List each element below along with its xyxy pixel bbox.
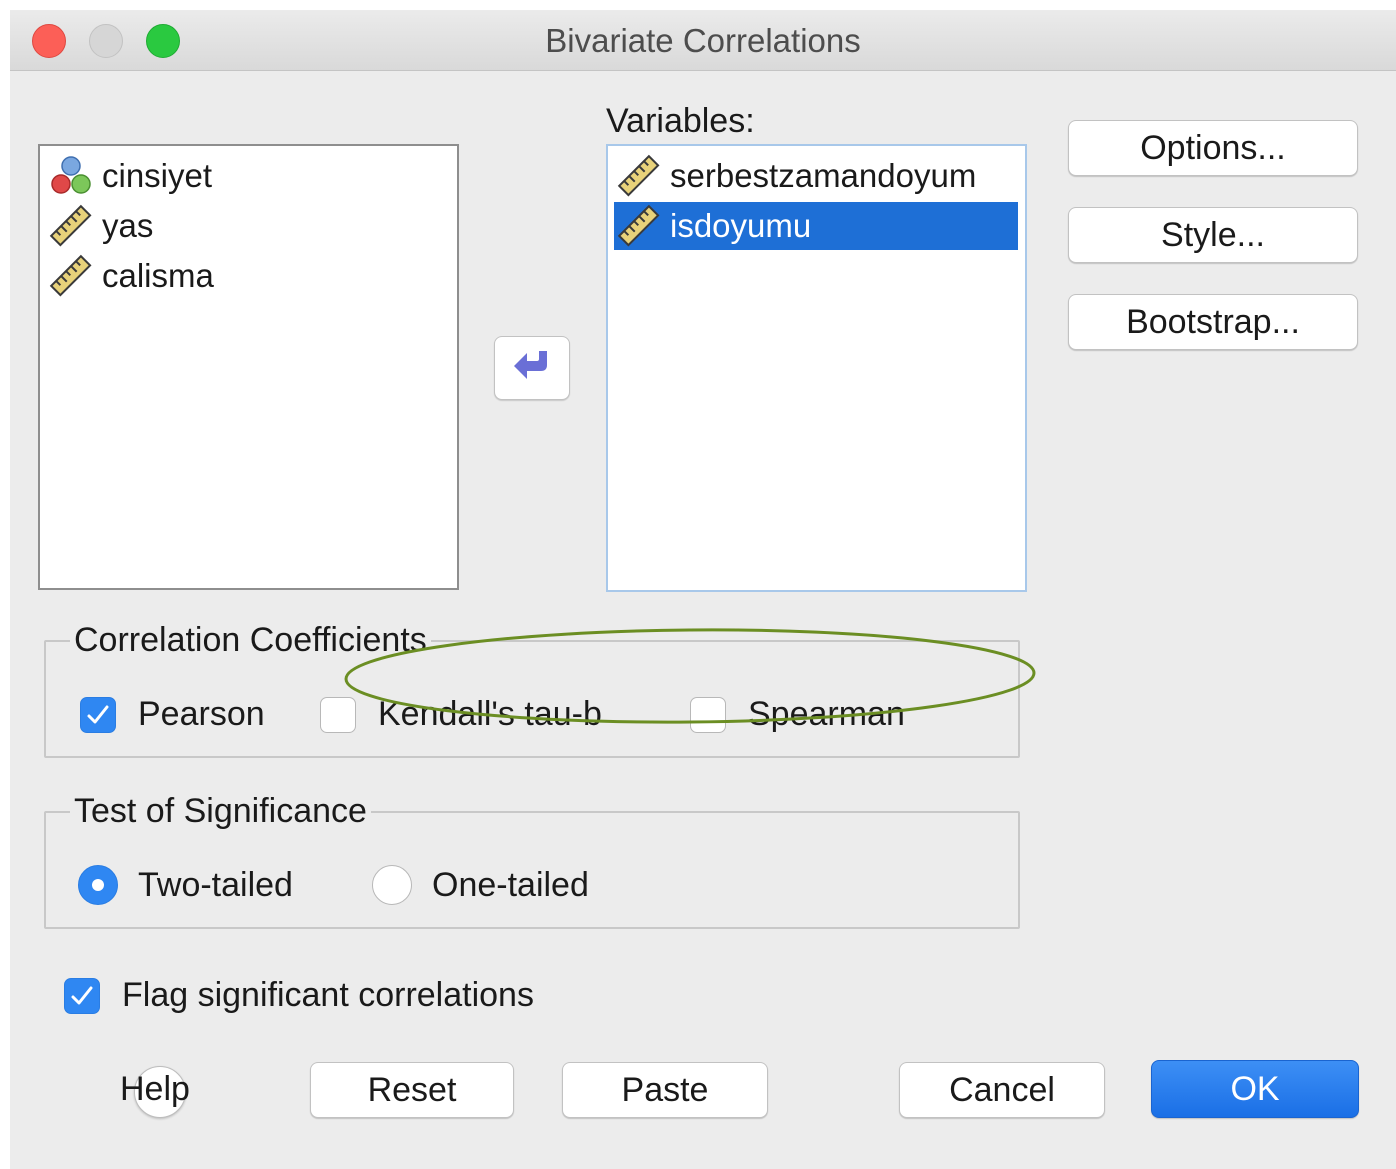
pearson-checkbox[interactable] (80, 696, 116, 733)
options-button[interactable]: Options... (1068, 120, 1358, 176)
flag-significant-label: Flag significant correlations (122, 976, 534, 1014)
one-tailed-label: One-tailed (432, 865, 589, 904)
cancel-button[interactable]: Cancel (899, 1062, 1105, 1118)
spearman-label: Spearman (748, 695, 905, 733)
correlation-coefficients-title: Correlation Coefficients (70, 621, 431, 660)
style-button[interactable]: Style... (1068, 207, 1358, 263)
scale-ruler-icon (614, 153, 664, 199)
help-button[interactable]: Help (120, 1070, 190, 1109)
list-item-label: cinsiyet (102, 157, 213, 194)
checkmark-icon (87, 705, 109, 723)
list-item-label: serbestzamandoyum (670, 157, 977, 194)
list-item[interactable]: calisma (46, 252, 450, 300)
nominal-variable-icon (46, 153, 96, 199)
two-tailed-option[interactable]: Two-tailed (78, 865, 293, 905)
variables-label: Variables: (606, 102, 755, 140)
list-item[interactable]: serbestzamandoyum (614, 152, 1018, 200)
reset-button[interactable]: Reset (310, 1062, 514, 1118)
list-item[interactable]: yas (46, 202, 450, 250)
window-title: Bivariate Correlations (545, 22, 861, 59)
one-tailed-option[interactable]: One-tailed (372, 865, 589, 905)
kendall-checkbox[interactable] (320, 696, 356, 733)
flag-significant-checkbox[interactable] (64, 977, 100, 1014)
title-bar: Bivariate Correlations (10, 10, 1396, 71)
two-tailed-label: Two-tailed (138, 865, 293, 904)
arrow-left-icon (511, 349, 553, 388)
kendall-option[interactable]: Kendall's tau-b (320, 695, 602, 734)
ok-button[interactable]: OK (1151, 1060, 1359, 1118)
variables-list[interactable]: serbestzamandoyum isdoyumu (606, 144, 1027, 592)
test-of-significance-title: Test of Significance (70, 792, 371, 831)
source-variable-list[interactable]: cinsiyet yas calisma (38, 144, 459, 590)
one-tailed-radio[interactable] (372, 865, 412, 905)
move-variable-button[interactable] (494, 336, 570, 400)
bootstrap-button[interactable]: Bootstrap... (1068, 294, 1358, 350)
scale-ruler-icon (46, 203, 96, 249)
spearman-checkbox[interactable] (690, 696, 726, 733)
pearson-label: Pearson (138, 695, 265, 733)
scale-ruler-icon (46, 253, 96, 299)
flag-significant-option[interactable]: Flag significant correlations (64, 976, 534, 1015)
dialog-window: Bivariate Correlations cinsiyet yas cali… (10, 10, 1396, 1169)
list-item-label: calisma (102, 257, 214, 294)
kendall-label: Kendall's tau-b (378, 695, 602, 733)
list-item-selected[interactable]: isdoyumu (614, 202, 1018, 250)
paste-button[interactable]: Paste (562, 1062, 768, 1118)
list-item[interactable]: cinsiyet (46, 152, 450, 200)
pearson-option[interactable]: Pearson (80, 695, 265, 734)
list-item-label: yas (102, 207, 154, 244)
checkmark-icon (71, 986, 93, 1004)
list-item-label: isdoyumu (670, 207, 812, 244)
spearman-option[interactable]: Spearman (690, 695, 905, 734)
two-tailed-radio[interactable] (78, 865, 118, 905)
scale-ruler-icon (614, 203, 664, 249)
